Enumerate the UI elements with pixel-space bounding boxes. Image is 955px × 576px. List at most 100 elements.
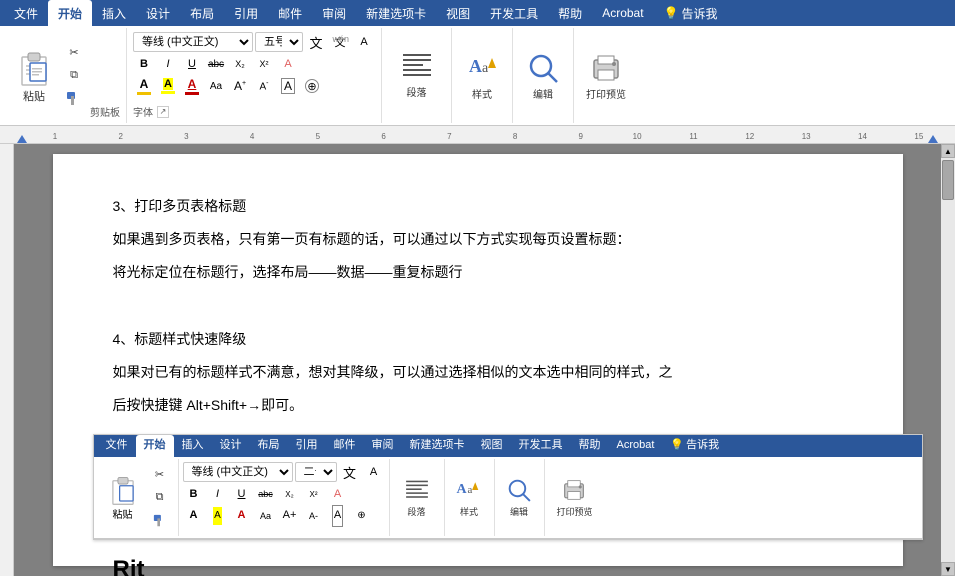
inner-fontsize-grow[interactable]: A+ bbox=[279, 506, 301, 526]
tab-reference[interactable]: 引用 bbox=[224, 0, 268, 26]
tab-insert[interactable]: 插入 bbox=[92, 0, 136, 26]
inner-strikethrough[interactable]: abc bbox=[255, 484, 277, 504]
inner-font-size-select[interactable]: 二号 bbox=[295, 462, 337, 482]
font-circle-btn[interactable]: ⊕ bbox=[301, 76, 323, 96]
inner-case-btn[interactable]: Aa bbox=[255, 506, 277, 526]
inner-fontcolor-a[interactable]: A bbox=[183, 506, 205, 526]
para-group: 段落 bbox=[382, 28, 452, 123]
format-painter-button[interactable] bbox=[60, 88, 88, 110]
inner-text-effect[interactable]: A bbox=[327, 484, 349, 504]
inner-tab-view[interactable]: 视图 bbox=[473, 435, 511, 457]
tab-start[interactable]: 开始 bbox=[48, 0, 92, 26]
right-indent-marker[interactable] bbox=[928, 135, 938, 143]
tab-review[interactable]: 审阅 bbox=[312, 0, 356, 26]
inner-tab-insert[interactable]: 插入 bbox=[174, 435, 212, 457]
highlight-button[interactable]: A bbox=[157, 76, 179, 96]
ribbon-body: 粘贴 ✂ ⧉ 剪贴板 bbox=[0, 26, 955, 126]
tab-acrobat[interactable]: Acrobat bbox=[592, 0, 653, 26]
tab-view[interactable]: 视图 bbox=[436, 0, 480, 26]
edit-button[interactable]: 编辑 bbox=[519, 46, 567, 105]
scroll-down-button[interactable]: ▼ bbox=[941, 562, 955, 576]
strikethrough-button[interactable]: abc bbox=[205, 54, 227, 74]
inner-tab-devtools[interactable]: 开发工具 bbox=[511, 435, 571, 457]
font-size-select[interactable]: 五号 bbox=[255, 32, 303, 52]
style-button[interactable]: A a 样式 bbox=[458, 46, 506, 105]
fontcolor-a-button[interactable]: A bbox=[133, 76, 155, 96]
inner-clear-format[interactable]: A bbox=[363, 462, 385, 482]
tab-mail[interactable]: 邮件 bbox=[268, 0, 312, 26]
inner-font-name-select[interactable]: 等线 (中文正文) bbox=[183, 462, 293, 482]
inner-edit-button[interactable]: 编辑 bbox=[499, 472, 539, 524]
para-icon bbox=[399, 48, 435, 84]
font-group-expand[interactable]: ↗ bbox=[157, 106, 169, 118]
inner-para-icon bbox=[403, 476, 431, 504]
inner-underline-button[interactable]: U bbox=[231, 484, 253, 504]
tab-tellme[interactable]: 💡 告诉我 bbox=[654, 0, 728, 26]
inner-style-label: 样式 bbox=[460, 504, 478, 520]
font-size-grow-btn[interactable]: A+ bbox=[229, 76, 251, 96]
inner-highlight[interactable]: A bbox=[207, 506, 229, 526]
inner-fontsize-shrink[interactable]: A- bbox=[303, 506, 325, 526]
inner-cut-button[interactable]: ✂ bbox=[146, 464, 174, 486]
inner-paste-button[interactable]: 粘贴 bbox=[102, 468, 144, 528]
inner-tab-layout[interactable]: 布局 bbox=[250, 435, 288, 457]
inner-tab-start[interactable]: 开始 bbox=[136, 435, 174, 457]
inner-bold-button[interactable]: B bbox=[183, 484, 205, 504]
print-preview-button[interactable]: 打印预览 bbox=[580, 46, 632, 105]
italic-button[interactable]: I bbox=[157, 54, 179, 74]
inner-fontcolor[interactable]: A bbox=[231, 506, 253, 526]
inner-grow-font[interactable]: 文 bbox=[339, 462, 361, 482]
inner-print-button[interactable]: 打印预览 bbox=[550, 472, 598, 524]
tab-design[interactable]: 设计 bbox=[136, 0, 180, 26]
tab-file[interactable]: 文件 bbox=[4, 0, 48, 26]
font-size-shrink-btn[interactable]: A- bbox=[253, 76, 275, 96]
inner-circle-btn[interactable]: ⊕ bbox=[351, 506, 373, 526]
shrink-font-button[interactable]: wén 文 bbox=[329, 32, 351, 52]
inner-tab-design[interactable]: 设计 bbox=[212, 435, 250, 457]
inner-copy-button[interactable]: ⧉ bbox=[146, 487, 174, 509]
para-label: 段落 bbox=[407, 84, 427, 99]
copy-button[interactable]: ⧉ bbox=[60, 65, 88, 87]
inner-italic-button[interactable]: I bbox=[207, 484, 229, 504]
doc-scroll-area[interactable]: 3、打印多页表格标题 如果遇到多页表格，只有第一页有标题的话，可以通过以下方式实… bbox=[14, 144, 941, 576]
inner-tab-file[interactable]: 文件 bbox=[98, 435, 136, 457]
font-name-select[interactable]: 等线 (中文正文) bbox=[133, 32, 253, 52]
scroll-up-button[interactable]: ▲ bbox=[941, 144, 955, 158]
tab-help[interactable]: 帮助 bbox=[548, 0, 592, 26]
inner-style-icon: A a bbox=[455, 476, 483, 504]
subscript-button[interactable]: X₂ bbox=[229, 54, 251, 74]
left-indent-marker[interactable] bbox=[17, 135, 27, 143]
bold-button[interactable]: B bbox=[133, 54, 155, 74]
grow-font-button[interactable]: 文 bbox=[305, 32, 327, 52]
tab-devtools[interactable]: 开发工具 bbox=[480, 0, 548, 26]
tab-layout[interactable]: 布局 bbox=[180, 0, 224, 26]
inner-tab-acrobat[interactable]: Acrobat bbox=[609, 435, 663, 457]
para-button[interactable]: 段落 bbox=[393, 44, 441, 103]
tab-newtab[interactable]: 新建选项卡 bbox=[356, 0, 436, 26]
inner-ribbon-container: 文件 开始 插入 设计 布局 引用 邮件 审阅 新建选项卡 视图 开发工具 帮助 bbox=[93, 434, 923, 540]
inner-tab-mail[interactable]: 邮件 bbox=[326, 435, 364, 457]
clear-format-button[interactable]: A bbox=[353, 32, 375, 52]
text-effect-button[interactable]: A bbox=[277, 54, 299, 74]
font-border-btn[interactable]: A bbox=[277, 76, 299, 96]
inner-tab-help[interactable]: 帮助 bbox=[571, 435, 609, 457]
fontcolor-button[interactable]: A bbox=[181, 76, 203, 96]
inner-tab-review[interactable]: 审阅 bbox=[364, 435, 402, 457]
doc-para-2: 如果遇到多页表格，只有第一页有标题的话，可以通过以下方式实现每页设置标题： bbox=[113, 227, 843, 252]
inner-tab-tellme[interactable]: 💡 告诉我 bbox=[662, 435, 727, 457]
inner-style-button[interactable]: A a 样式 bbox=[449, 472, 489, 524]
paste-button[interactable]: 粘贴 bbox=[10, 40, 58, 112]
format-painter-icon bbox=[66, 91, 82, 107]
inner-border-btn[interactable]: A bbox=[327, 506, 349, 526]
inner-superscript[interactable]: X² bbox=[303, 484, 325, 504]
inner-tab-newtab[interactable]: 新建选项卡 bbox=[402, 435, 473, 457]
inner-tab-ref[interactable]: 引用 bbox=[288, 435, 326, 457]
font-case-button[interactable]: Aa bbox=[205, 76, 227, 96]
inner-subscript[interactable]: X₂ bbox=[279, 484, 301, 504]
underline-button[interactable]: U bbox=[181, 54, 203, 74]
superscript-button[interactable]: X² bbox=[253, 54, 275, 74]
cut-button[interactable]: ✂ bbox=[60, 42, 88, 64]
scrollbar-thumb[interactable] bbox=[942, 160, 954, 200]
inner-format-painter[interactable] bbox=[146, 510, 174, 532]
inner-para-button[interactable]: 段落 bbox=[397, 472, 437, 524]
